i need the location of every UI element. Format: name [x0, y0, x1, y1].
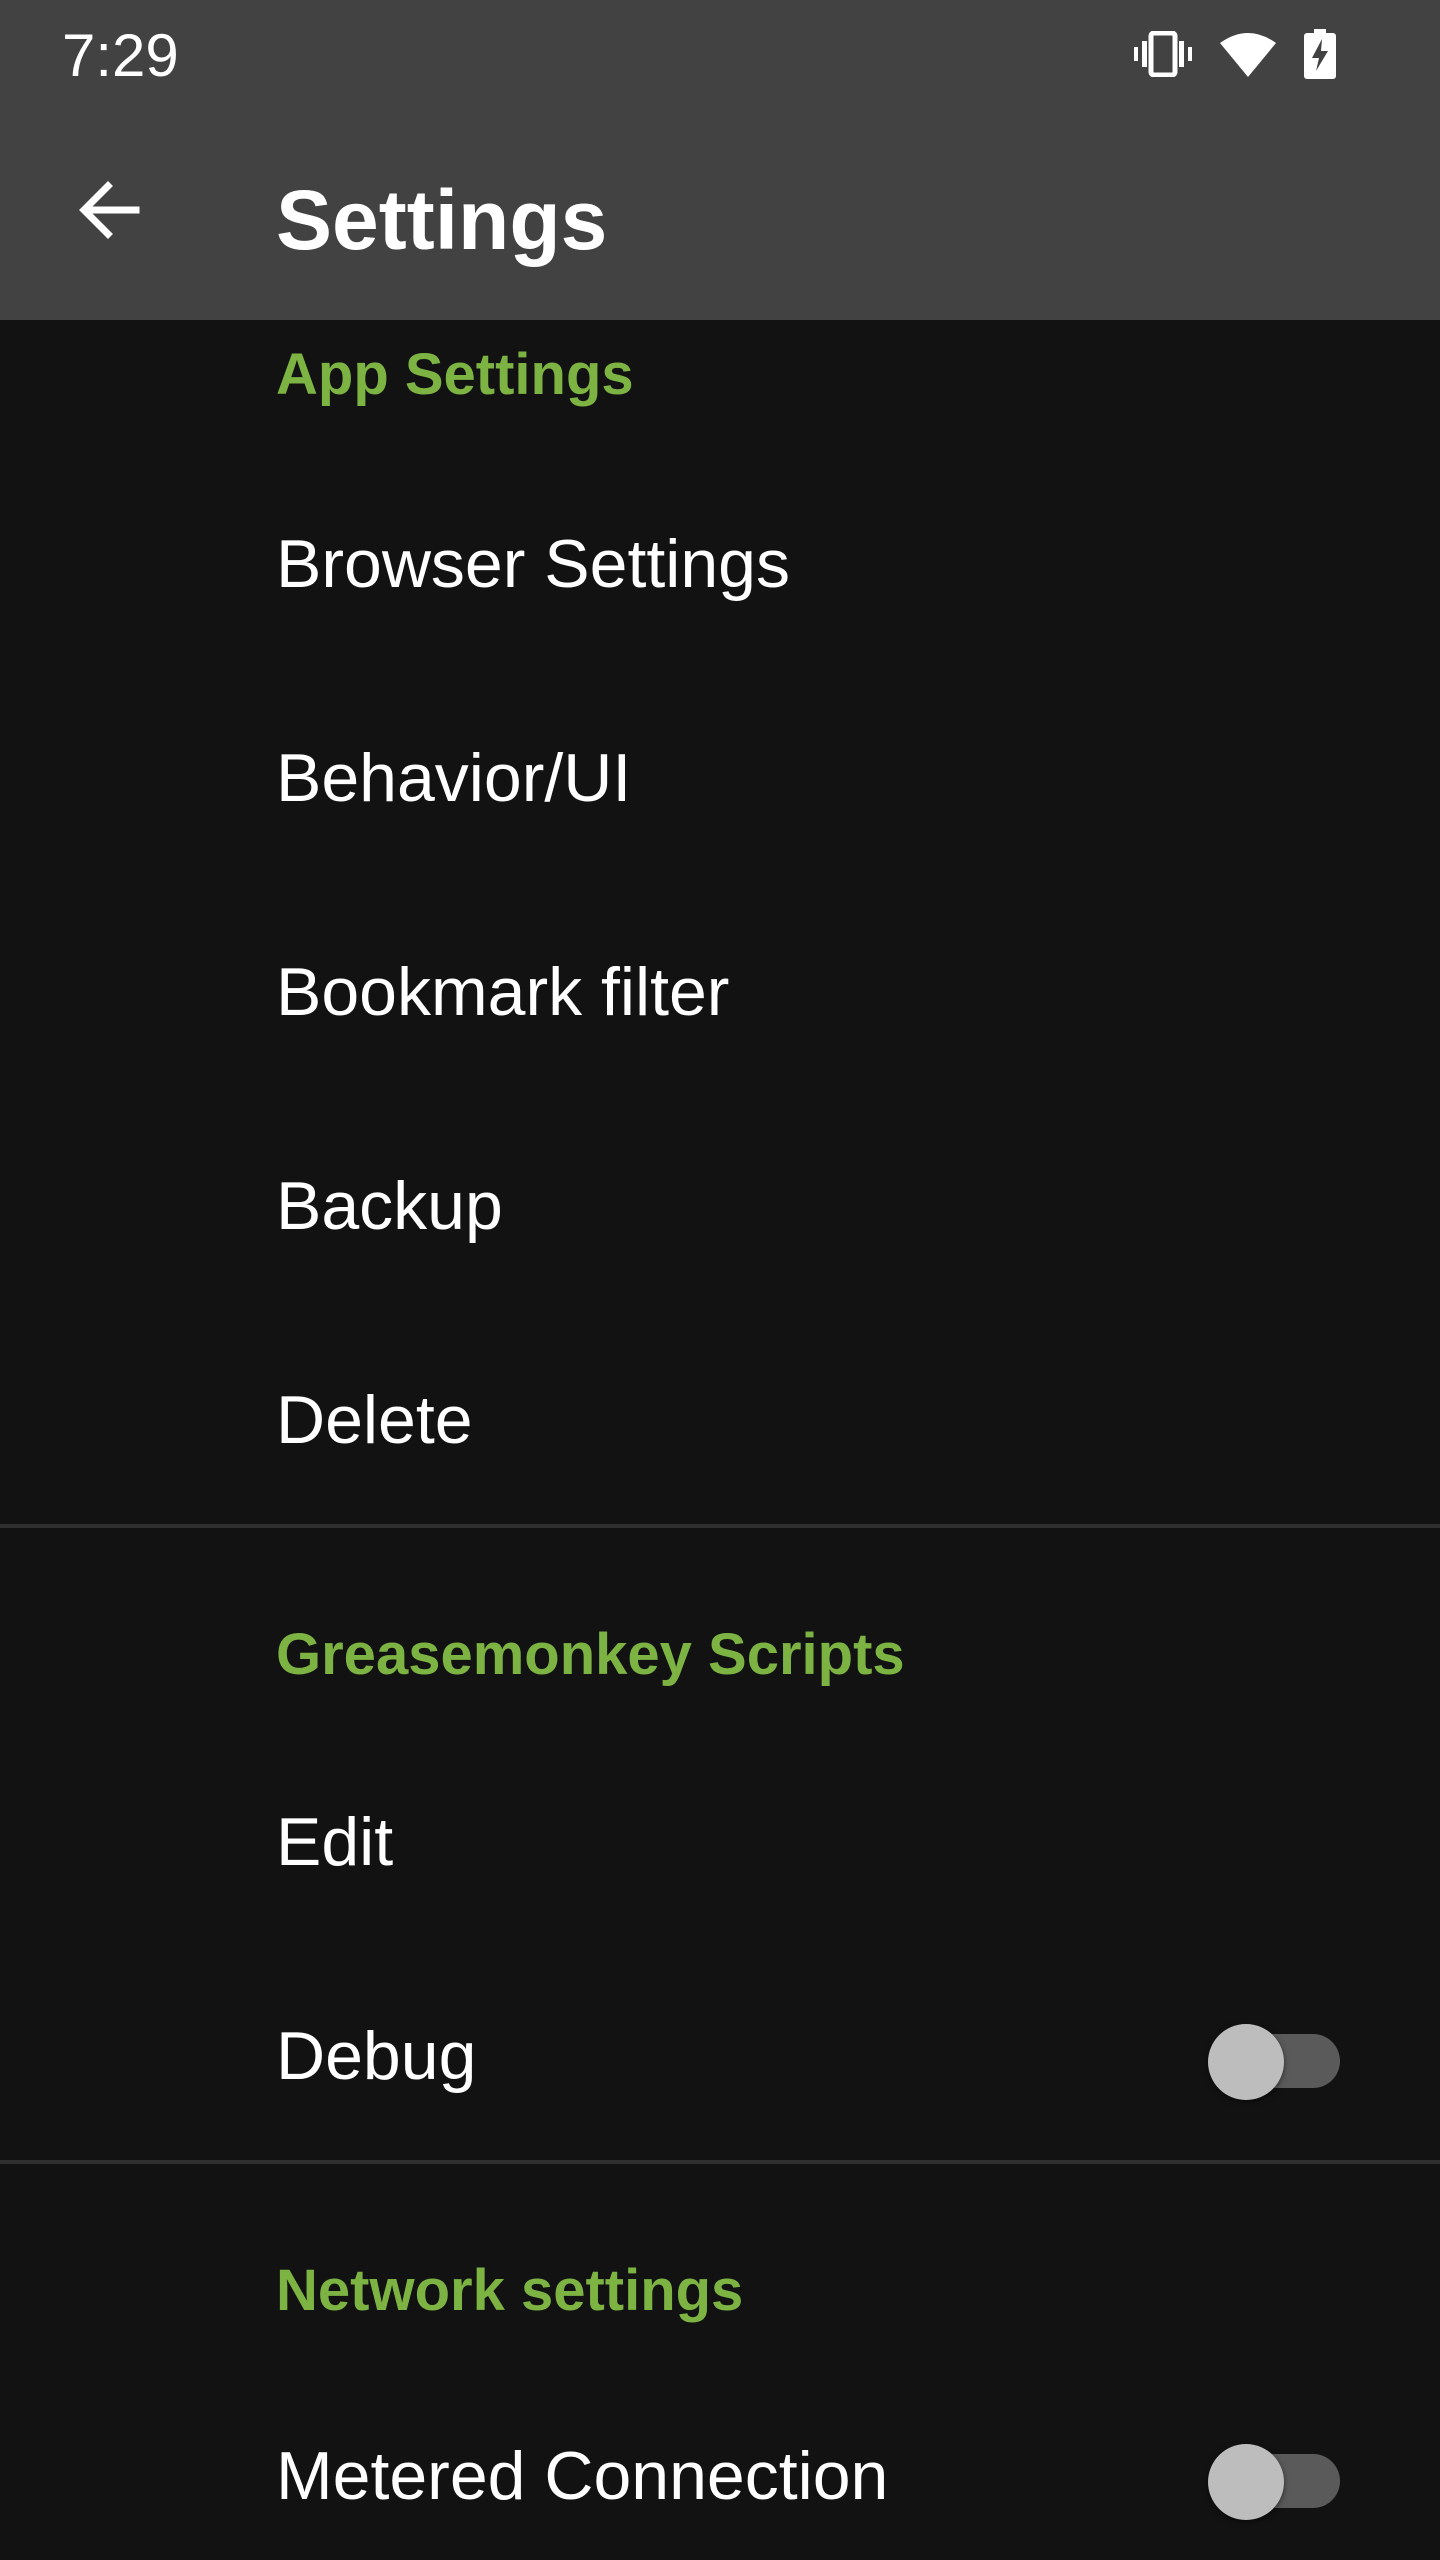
switch-thumb: [1208, 2024, 1284, 2100]
debug-switch[interactable]: [1208, 2012, 1340, 2100]
settings-item-delete[interactable]: Delete: [0, 1310, 1440, 1524]
switch-thumb: [1208, 2444, 1284, 2520]
arrow-back-icon: [76, 178, 140, 247]
back-button[interactable]: [52, 156, 164, 268]
settings-item-label: Debug: [276, 2018, 477, 2094]
settings-item-backup[interactable]: Backup: [0, 1096, 1440, 1310]
settings-item-label: Browser Settings: [276, 526, 790, 602]
vibrate-icon: [1134, 30, 1192, 82]
metered-connection-switch[interactable]: [1208, 2432, 1340, 2520]
settings-item-browser-settings[interactable]: Browser Settings: [0, 454, 1440, 668]
wifi-icon: [1220, 31, 1276, 82]
settings-item-debug[interactable]: Debug: [0, 1946, 1440, 2160]
section-header-app-settings: App Settings: [276, 342, 634, 407]
section-header-network-settings: Network settings: [276, 2258, 744, 2323]
settings-screen: 7:29 Settings App Settings Browser Setti…: [0, 0, 1440, 2560]
status-bar: 7:29: [0, 0, 1440, 112]
settings-item-behavior-ui[interactable]: Behavior/UI: [0, 668, 1440, 882]
settings-item-label: Bookmark filter: [276, 954, 730, 1030]
page-title: Settings: [276, 173, 608, 267]
section-header-greasemonkey-scripts: Greasemonkey Scripts: [276, 1622, 905, 1687]
settings-item-edit[interactable]: Edit: [0, 1732, 1440, 1946]
settings-item-label: Edit: [276, 1804, 394, 1880]
section-divider: [0, 2160, 1440, 2164]
settings-item-label: Backup: [276, 1168, 503, 1244]
status-icons: [1134, 28, 1336, 84]
section-divider: [0, 1524, 1440, 1528]
toolbar: Settings: [0, 112, 1440, 320]
app-bar: 7:29 Settings: [0, 0, 1440, 320]
settings-item-label: Delete: [276, 1382, 473, 1458]
status-time: 7:29: [62, 22, 179, 89]
settings-item-label: Behavior/UI: [276, 740, 632, 816]
settings-item-bookmark-filter[interactable]: Bookmark filter: [0, 882, 1440, 1096]
settings-item-label: Metered Connection: [276, 2438, 889, 2514]
settings-item-metered-connection[interactable]: Metered Connection: [0, 2366, 1440, 2560]
battery-charging-icon: [1304, 28, 1336, 84]
